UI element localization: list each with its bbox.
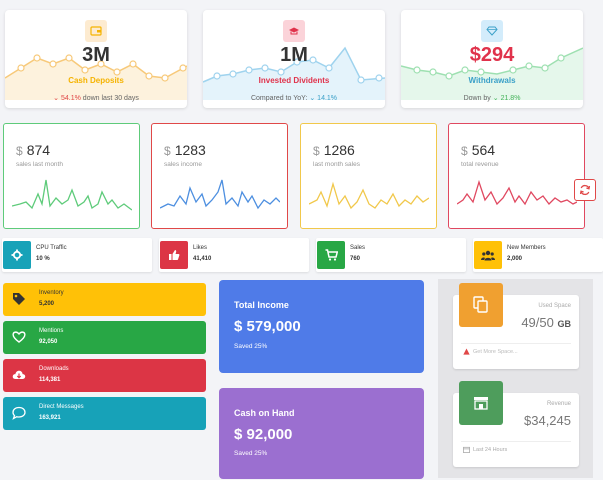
tag-icon xyxy=(13,293,25,305)
cash-deposits-change-value: 54.1% xyxy=(60,95,81,102)
likes-title: Likes xyxy=(193,245,208,251)
get-more-space-link[interactable]: Get More Space... xyxy=(463,348,518,355)
sales-income-caption: sales income xyxy=(164,161,202,168)
mentions-value: 92,050 xyxy=(39,339,58,345)
users-icon xyxy=(474,241,502,269)
total-income-card: Total Income $ 579,000 Saved 25% xyxy=(219,280,424,373)
total-revenue-value: $564 xyxy=(461,142,496,158)
sales-last-month-sparkline xyxy=(12,179,132,211)
cpu-traffic-value: 10 % xyxy=(36,256,50,262)
revenue-value: $34,245 xyxy=(524,413,571,428)
likes-value: 41,410 xyxy=(193,256,212,262)
revenue-footer: Last 24 Hours xyxy=(463,446,507,453)
refresh-icon xyxy=(579,184,591,196)
sales-value: 760 xyxy=(350,256,361,262)
copy-icon xyxy=(459,283,503,327)
withdrawals-change-value: 21.8% xyxy=(500,95,521,102)
last-month-sales-caption: last month sales xyxy=(313,161,360,168)
sales-income-value: $1283 xyxy=(164,142,206,158)
downloads-value: 114,381 xyxy=(39,377,61,383)
direct-messages-value: 163,921 xyxy=(39,415,61,421)
new-members-value: 2,000 xyxy=(507,256,523,262)
sales-title: Sales xyxy=(350,245,366,251)
stat-card-withdrawals: $294 Withdrawals Down by ⌄ 21.8% xyxy=(401,10,583,108)
invested-dividents-change-value: 14.1% xyxy=(317,95,338,102)
cash-on-hand-value: $ 92,000 xyxy=(234,426,293,443)
cash-on-hand-card: Cash on Hand $ 92,000 Saved 25% xyxy=(219,388,424,479)
mini-stat-new-members: New Members 2,000 xyxy=(473,238,603,272)
bar-downloads: Downloads 114,381 xyxy=(3,359,206,392)
cash-deposits-value: 3M xyxy=(82,44,110,66)
cash-deposits-change: ⌄ 54.1% down last 30 days xyxy=(5,94,187,102)
spark-card-last-month-sales: $1286 last month sales xyxy=(300,123,437,229)
used-space-value: 49/50 GB xyxy=(521,315,571,330)
divider xyxy=(461,343,571,344)
invested-dividents-change-text: Compared to YoY: xyxy=(250,95,308,102)
warning-icon xyxy=(463,348,470,355)
cash-on-hand-title: Cash on Hand xyxy=(234,408,295,418)
downloads-title: Downloads xyxy=(39,366,69,372)
store-icon xyxy=(459,381,503,425)
revenue-label: Revenue xyxy=(546,401,571,407)
stat-card-invested-dividents: 1M Invested Dividents Compared to YoY: ⌄… xyxy=(203,10,385,108)
spark-card-sales-income: $1283 sales income xyxy=(151,123,288,229)
invested-dividents-change: Compared to YoY: ⌄ 14.1% xyxy=(203,94,385,102)
direct-messages-title: Direct Messages xyxy=(39,404,84,410)
sales-last-month-caption: sales last month xyxy=(16,161,63,168)
withdrawals-label: Withdrawals xyxy=(468,76,516,85)
chevron-down-icon: ⌄ xyxy=(309,95,316,102)
invested-dividents-label: Invested Dividents xyxy=(258,76,330,85)
thumbs-up-icon xyxy=(160,241,188,269)
cloud-download-icon xyxy=(12,370,26,379)
used-space-card: Used Space 49/50 GB Get More Space... xyxy=(453,283,579,369)
bar-direct-messages: Direct Messages 163,921 xyxy=(3,397,206,430)
last-month-sales-value: $1286 xyxy=(313,142,355,158)
spark-card-total-revenue: $564 total revenue xyxy=(448,123,585,229)
wallet-icon xyxy=(85,20,107,42)
withdrawals-change-text: Down by xyxy=(463,95,491,102)
cash-on-hand-saved: Saved 25% xyxy=(234,450,268,457)
bar-inventory: Inventory 5,200 xyxy=(3,283,206,316)
mini-stat-cpu-traffic: CPU Traffic 10 % xyxy=(2,238,152,272)
divider xyxy=(461,441,571,442)
bar-mentions: Mentions 92,050 xyxy=(3,321,206,354)
widgets-panel: Used Space 49/50 GB Get More Space... Re… xyxy=(438,279,593,478)
graduation-cap-icon xyxy=(283,20,305,42)
refresh-button[interactable] xyxy=(574,179,596,201)
diamond-icon xyxy=(481,20,503,42)
revenue-card: Revenue $34,245 Last 24 Hours xyxy=(453,381,579,467)
chevron-down-icon: ⌄ xyxy=(53,95,60,102)
gear-icon xyxy=(3,241,31,269)
new-members-title: New Members xyxy=(507,245,546,251)
sales-income-sparkline xyxy=(160,179,280,210)
used-space-label: Used Space xyxy=(538,303,571,309)
heart-icon xyxy=(12,331,26,343)
total-income-value: $ 579,000 xyxy=(234,318,301,335)
calendar-icon xyxy=(463,446,470,453)
total-revenue-caption: total revenue xyxy=(461,161,499,168)
stat-card-cash-deposits: 3M Cash Deposits ⌄ 54.1% down last 30 da… xyxy=(5,10,187,108)
cpu-traffic-title: CPU Traffic xyxy=(36,245,67,251)
mini-stat-sales: Sales 760 xyxy=(316,238,466,272)
cash-deposits-label: Cash Deposits xyxy=(68,76,124,85)
total-revenue-sparkline xyxy=(457,179,577,206)
withdrawals-change: Down by ⌄ 21.8% xyxy=(401,94,583,102)
sales-last-month-value: $874 xyxy=(16,142,51,158)
spark-card-sales-last-month: $874 sales last month xyxy=(3,123,140,229)
invested-dividents-value: 1M xyxy=(280,44,308,66)
chat-icon xyxy=(12,406,26,420)
cart-icon xyxy=(317,241,345,269)
withdrawals-value: $294 xyxy=(469,44,515,66)
mini-stat-likes: Likes 41,410 xyxy=(159,238,309,272)
inventory-title: Inventory xyxy=(39,290,64,296)
inventory-value: 5,200 xyxy=(39,301,55,307)
mentions-title: Mentions xyxy=(39,328,64,334)
cash-deposits-change-text: down last 30 days xyxy=(82,95,139,102)
total-income-title: Total Income xyxy=(234,300,289,310)
chevron-down-icon: ⌄ xyxy=(492,95,499,102)
total-income-saved: Saved 25% xyxy=(234,343,268,350)
last-month-sales-sparkline xyxy=(309,181,429,210)
